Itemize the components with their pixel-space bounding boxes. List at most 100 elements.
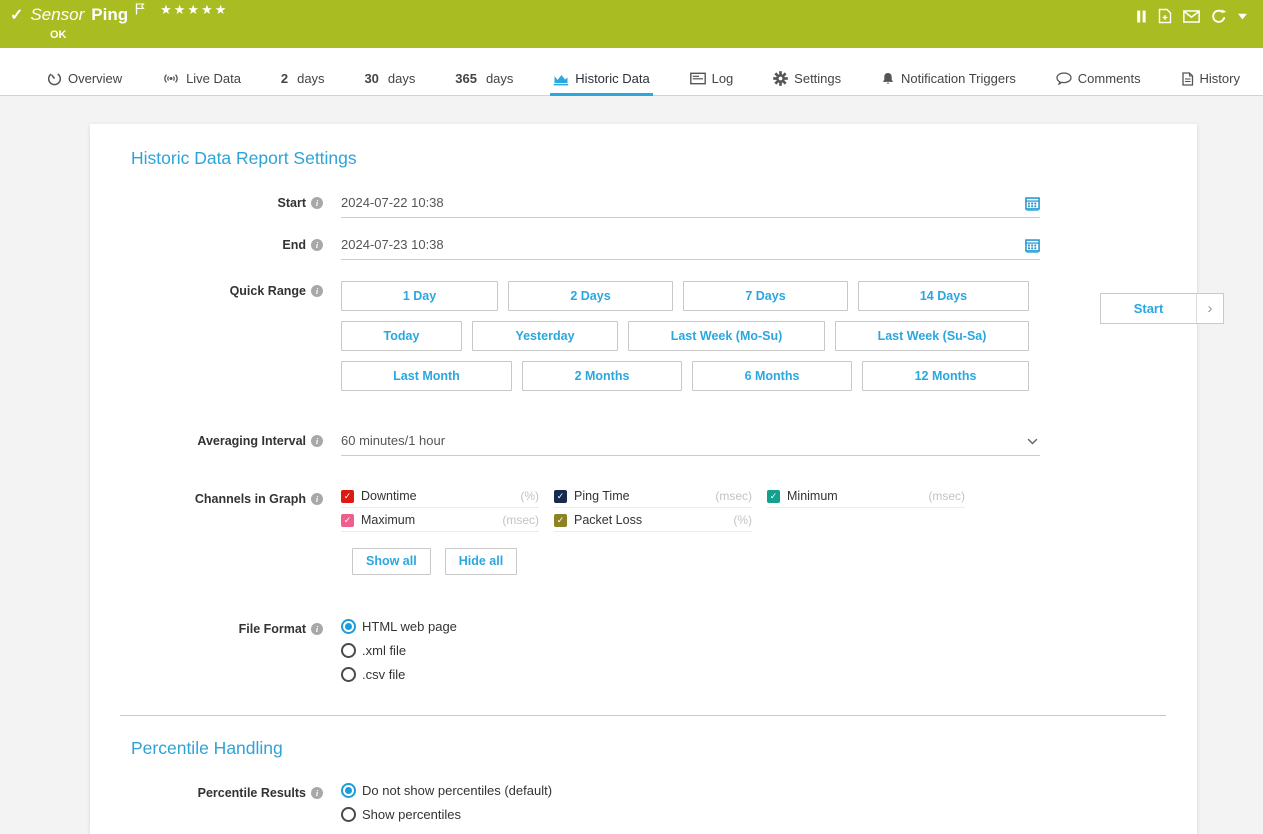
tab-comments[interactable]: Comments [1053,65,1144,96]
end-row: End i 2024-07-23 10:38 [131,235,1166,260]
info-icon[interactable]: i [311,197,323,209]
settings-card: Historic Data Report Settings Start i 20… [90,124,1197,834]
quick-range-14-days-button[interactable]: 14 Days [858,281,1029,311]
history-icon [1181,72,1194,86]
channel-maximum[interactable]: Maximum (msec) [341,513,539,532]
checkbox-checked-icon[interactable] [341,514,354,527]
quick-range-last-week-mo-su-button[interactable]: Last Week (Mo-Su) [628,321,825,351]
quick-range-last-week-su-sa-button[interactable]: Last Week (Su-Sa) [835,321,1029,351]
file-format-row: File Format i HTML web page .xml file .c… [131,619,1166,691]
tab-label: Overview [68,71,122,86]
info-icon[interactable]: i [311,493,323,505]
radio-icon[interactable] [341,643,356,658]
quick-range-1-day-button[interactable]: 1 Day [341,281,498,311]
tab-365-days[interactable]: 365 days [452,65,516,96]
checkbox-checked-icon[interactable] [341,490,354,503]
quick-range-7-days-button[interactable]: 7 Days [683,281,848,311]
quick-range-12-months-button[interactable]: 12 Months [862,361,1029,391]
pause-icon[interactable] [1136,10,1147,23]
info-icon[interactable]: i [311,285,323,297]
tab-overview[interactable]: Overview [44,65,125,96]
end-date-value: 2024-07-23 10:38 [341,237,444,252]
sensor-tabbar: Overview Live Data 2 days 30 days 365 da… [0,48,1263,96]
channel-ping-time[interactable]: Ping Time (msec) [554,489,752,508]
calendar-icon[interactable] [1025,196,1040,214]
gear-icon [773,71,788,86]
averaging-interval-row: Averaging Interval i 60 minutes/1 hour [131,431,1166,456]
email-icon[interactable] [1183,10,1200,23]
quick-range-yesterday-button[interactable]: Yesterday [472,321,618,351]
radio-selected-icon[interactable] [341,619,356,634]
show-all-button[interactable]: Show all [352,548,431,575]
end-date-field[interactable]: 2024-07-23 10:38 [341,235,1040,260]
checkbox-checked-icon[interactable] [554,490,567,503]
quick-range-row: Quick Range i 1 Day 2 Days 7 Days 14 Day… [131,281,1166,401]
sensor-name: Ping [91,5,128,25]
quick-range-last-month-button[interactable]: Last Month [341,361,512,391]
averaging-interval-select[interactable]: 60 minutes/1 hour [341,431,1040,456]
channel-downtime[interactable]: Downtime (%) [341,489,539,508]
add-report-icon[interactable] [1158,8,1172,24]
quick-range-6-months-button[interactable]: 6 Months [692,361,852,391]
radio-icon[interactable] [341,667,356,682]
start-report-label[interactable]: Start [1101,294,1197,323]
radio-selected-icon[interactable] [341,783,356,798]
checkbox-checked-icon[interactable] [554,514,567,527]
hide-all-button[interactable]: Hide all [445,548,517,575]
info-icon[interactable]: i [311,623,323,635]
tab-label: Live Data [186,71,241,86]
tab-label: Historic Data [575,71,649,86]
quick-range-today-button[interactable]: Today [341,321,462,351]
log-icon [690,72,706,85]
tab-history[interactable]: History [1178,65,1243,96]
sensor-header: ✓ Sensor Ping ★★★★★ OK [0,0,1263,48]
area-chart-icon [553,72,569,86]
file-format-label: File Format [239,622,306,691]
channel-packet-loss[interactable]: Packet Loss (%) [554,513,752,532]
file-format-csv-option[interactable]: .csv file [341,667,1040,682]
averaging-interval-label: Averaging Interval [197,434,306,456]
tab-30-days[interactable]: 30 days [361,65,418,96]
channel-minimum[interactable]: Minimum (msec) [767,489,965,508]
live-data-icon [162,72,180,85]
tab-label: Log [712,71,734,86]
tab-live-data[interactable]: Live Data [159,65,244,96]
tab-2-days[interactable]: 2 days [278,65,328,96]
bell-icon [881,72,895,86]
dropdown-caret-icon[interactable] [1238,13,1247,20]
quick-range-2-days-button[interactable]: 2 Days [508,281,673,311]
info-icon[interactable]: i [311,787,323,799]
start-report-button[interactable]: Start › [1100,293,1224,324]
chevron-down-icon [1027,433,1038,448]
chevron-right-icon[interactable]: › [1197,294,1223,323]
info-icon[interactable]: i [311,435,323,447]
end-label: End [282,238,306,260]
refresh-icon[interactable] [1211,9,1227,24]
tab-historic-data[interactable]: Historic Data [550,65,652,96]
start-label: Start [278,196,306,218]
radio-icon[interactable] [341,807,356,822]
quick-range-2-months-button[interactable]: 2 Months [522,361,682,391]
file-format-html-option[interactable]: HTML web page [341,619,1040,634]
status-check-icon: ✓ [10,5,23,25]
calendar-icon[interactable] [1025,238,1040,256]
start-date-field[interactable]: 2024-07-22 10:38 [341,193,1040,218]
start-row: Start i 2024-07-22 10:38 [131,193,1166,218]
tab-label: days [388,71,415,86]
tab-label: Settings [794,71,841,86]
tab-settings[interactable]: Settings [770,65,844,96]
tab-log[interactable]: Log [687,65,737,96]
averaging-interval-value: 60 minutes/1 hour [341,433,445,448]
percentile-hide-option[interactable]: Do not show percentiles (default) [341,783,1040,798]
comment-icon [1056,72,1072,85]
percentile-show-option[interactable]: Show percentiles [341,807,1040,822]
tab-notification-triggers[interactable]: Notification Triggers [878,65,1019,96]
tab-label: days [297,71,324,86]
checkbox-checked-icon[interactable] [767,490,780,503]
start-date-value: 2024-07-22 10:38 [341,195,444,210]
file-format-xml-option[interactable]: .xml file [341,643,1040,658]
priority-flag-icon[interactable] [135,2,145,20]
priority-stars[interactable]: ★★★★★ [160,2,228,18]
info-icon[interactable]: i [311,239,323,251]
tab-label: days [486,71,513,86]
